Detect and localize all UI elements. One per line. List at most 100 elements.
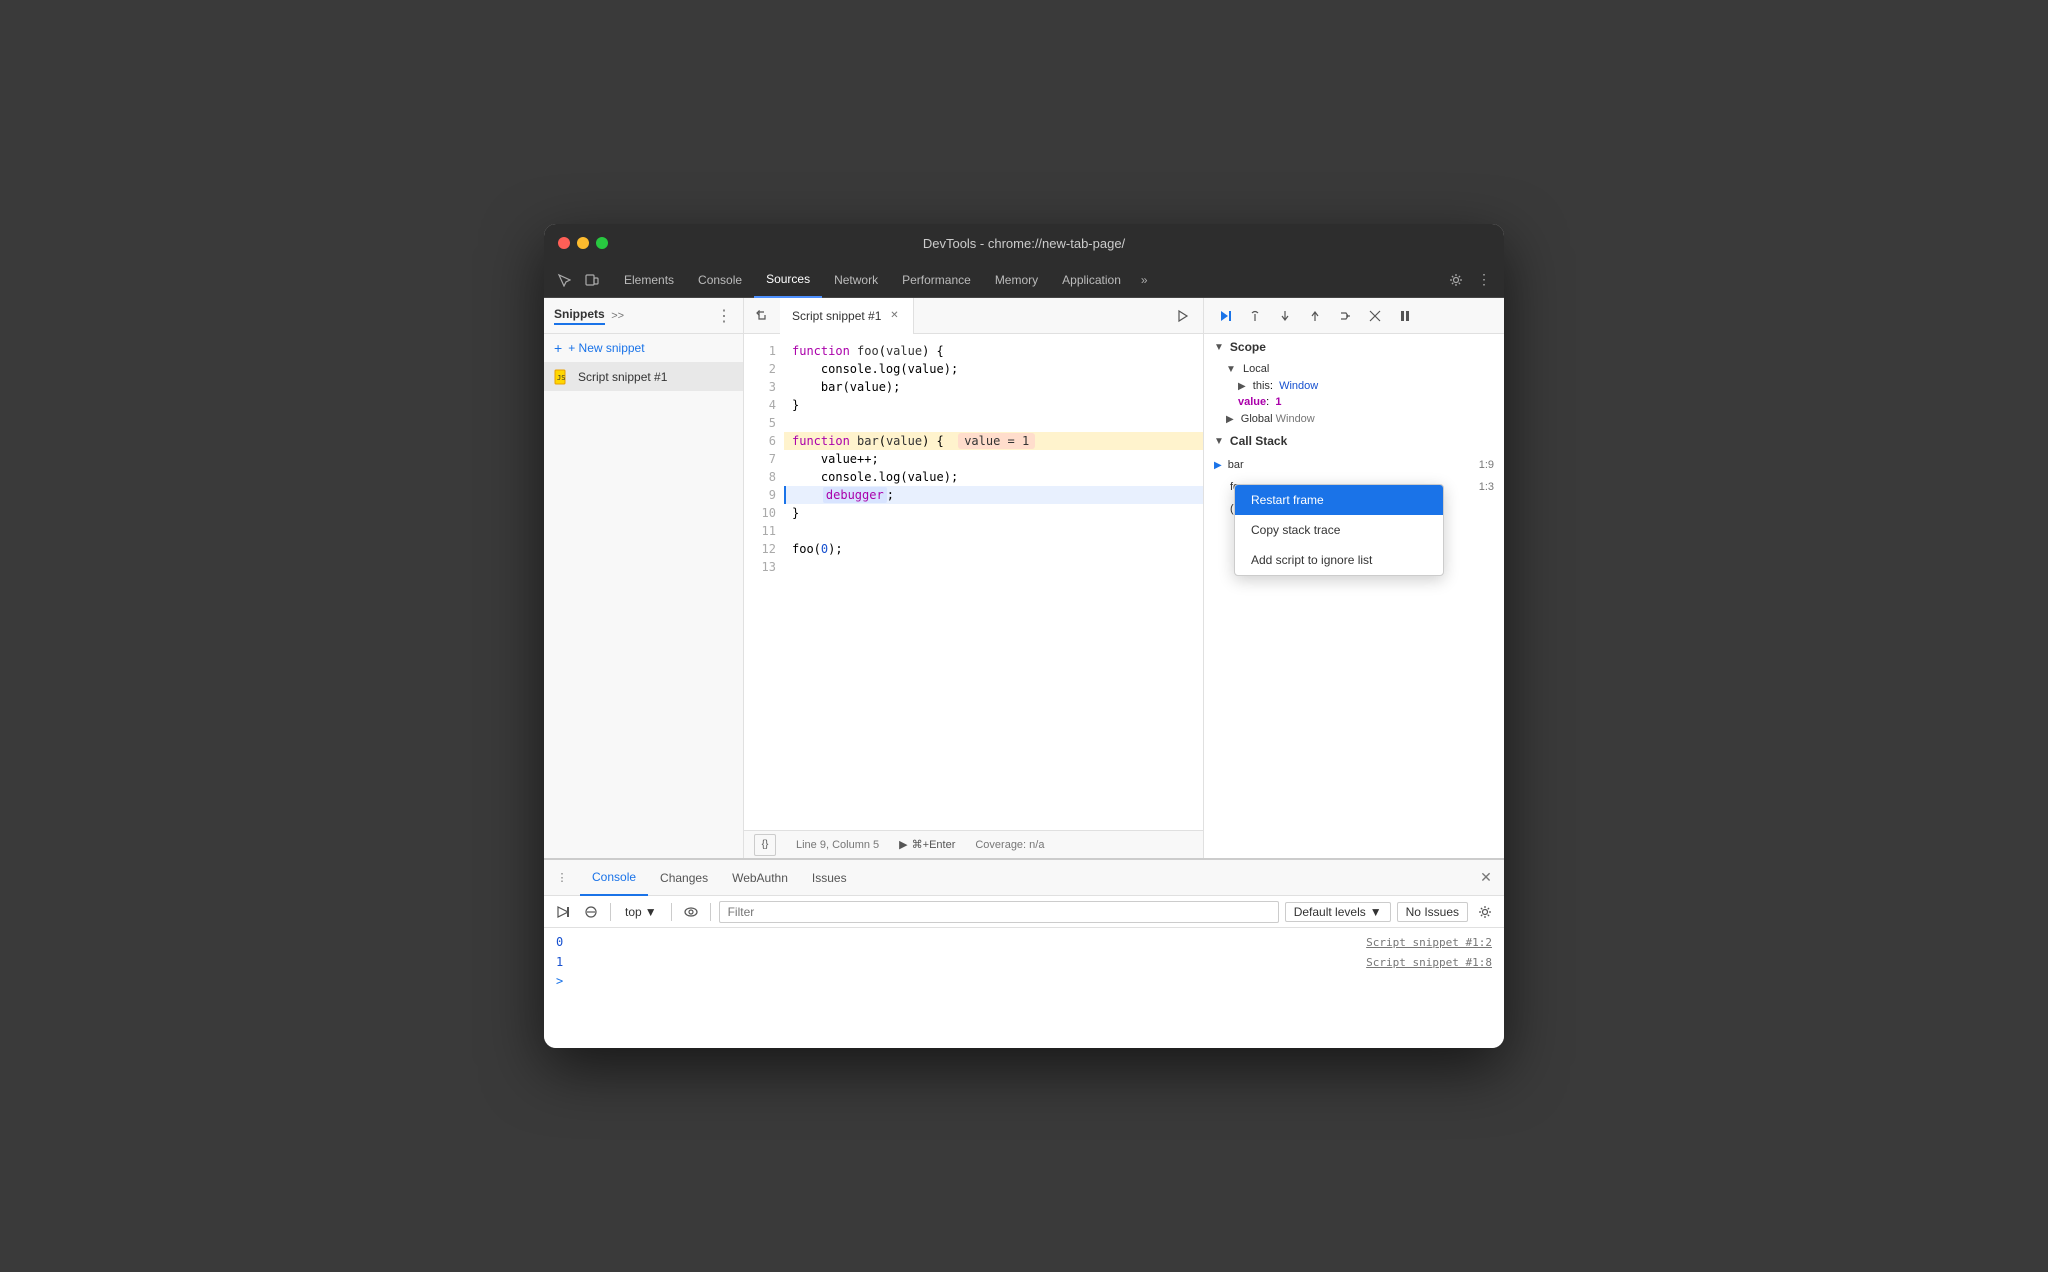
clear-console-button[interactable] [552, 901, 574, 923]
bottom-tab-changes[interactable]: Changes [648, 860, 720, 896]
local-expand-icon: ▼ [1226, 364, 1236, 375]
device-icon[interactable] [580, 268, 604, 292]
maximize-button[interactable] [596, 237, 608, 249]
step-button[interactable] [1332, 303, 1358, 329]
plus-icon: + [554, 340, 562, 356]
console-content: 0 Script snippet #1:2 1 Script snippet #… [544, 928, 1504, 1048]
console-source-1[interactable]: Script snippet #1:8 [1366, 956, 1492, 969]
editor-tab-bar: Script snippet #1 ✕ [744, 298, 1203, 334]
run-snippet-button[interactable]: ▶ ⌘+Enter [899, 838, 955, 851]
top-context-arrow: ▼ [645, 905, 657, 919]
code-line-9: debugger; [784, 486, 1203, 504]
more-options-icon[interactable]: ⋮ [1472, 268, 1496, 292]
console-source-0[interactable]: Script snippet #1:2 [1366, 936, 1492, 949]
tab-elements[interactable]: Elements [612, 262, 686, 298]
pause-on-exceptions-button[interactable] [1392, 303, 1418, 329]
scope-label: Scope [1230, 340, 1266, 354]
bottom-tab-issues[interactable]: Issues [800, 860, 859, 896]
local-header[interactable]: ▼ Local [1204, 360, 1504, 378]
settings-icon[interactable] [1444, 268, 1468, 292]
devtools-nav: Elements Console Sources Network Perform… [544, 262, 1504, 298]
editor-file-tab[interactable]: Script snippet #1 ✕ [780, 298, 914, 334]
tab-sources[interactable]: Sources [754, 262, 822, 298]
right-content: ▼ Scope ▼ Local ▶ this: Window value: 1 [1204, 334, 1504, 858]
context-menu-restart-frame[interactable]: Restart frame [1235, 485, 1443, 515]
bottom-panel: ⋮ Console Changes WebAuthn Issues ✕ [544, 858, 1504, 1048]
snippet-item-label: Script snippet #1 [578, 370, 667, 384]
code-line-7: value++; [784, 450, 1203, 468]
bottom-tab-console[interactable]: Console [580, 860, 648, 896]
bottom-tabs: ⋮ Console Changes WebAuthn Issues ✕ [544, 860, 1504, 896]
deactivate-breakpoints-button[interactable] [1362, 303, 1388, 329]
console-toolbar: top ▼ Default levels ▼ No Issues [544, 896, 1504, 928]
bottom-close-button[interactable]: ✕ [1476, 868, 1496, 888]
call-stack-item-bar[interactable]: ▶ bar 1:9 [1204, 454, 1504, 476]
step-into-button[interactable] [1272, 303, 1298, 329]
console-filter-input[interactable] [719, 901, 1279, 923]
editor-tab-name: Script snippet #1 [792, 309, 881, 323]
top-context-label: top [625, 905, 642, 919]
local-label: Local [1243, 363, 1269, 375]
value-key: value [1238, 396, 1266, 408]
step-out-button[interactable] [1302, 303, 1328, 329]
tab-performance[interactable]: Performance [890, 262, 983, 298]
code-line-12: foo(0); [784, 540, 1203, 558]
call-stack-section-header[interactable]: ▼ Call Stack [1204, 428, 1504, 454]
code-line-13 [784, 558, 1203, 576]
this-value: Window [1279, 380, 1318, 392]
sidebar-tab-snippets[interactable]: Snippets [554, 307, 605, 325]
code-line-11 [784, 522, 1203, 540]
show-live-expressions-button[interactable] [680, 901, 702, 923]
tab-application[interactable]: Application [1050, 262, 1133, 298]
run-icon: ▶ [899, 838, 907, 851]
top-context-selector[interactable]: top ▼ [619, 903, 663, 921]
editor-line-col: Line 9, Column 5 [796, 839, 879, 851]
editor-area: Script snippet #1 ✕ 1 2 3 4 5 6 7 [744, 298, 1204, 858]
code-editor[interactable]: 1 2 3 4 5 6 7 8 9 10 11 12 13 function f… [744, 334, 1203, 830]
sidebar-kebab-menu[interactable]: ⋮ [715, 307, 733, 325]
console-levels-label: Default levels [1294, 905, 1366, 919]
value-val: 1 [1275, 396, 1281, 408]
step-over-button[interactable] [1242, 303, 1268, 329]
toolbar-divider-2 [671, 903, 672, 921]
tab-network[interactable]: Network [822, 262, 890, 298]
console-levels-selector[interactable]: Default levels ▼ [1285, 902, 1391, 922]
snippet-item[interactable]: JS Script snippet #1 [544, 363, 743, 391]
call-stack-bar-name: bar [1228, 459, 1479, 471]
code-line-6: function bar(value) { value = 1 [784, 432, 1203, 450]
sidebar-header: Snippets >> ⋮ [544, 298, 743, 334]
format-button[interactable]: {} [754, 834, 776, 856]
code-line-8: console.log(value); [784, 468, 1203, 486]
minimize-button[interactable] [577, 237, 589, 249]
global-expand-icon: ▶ [1226, 414, 1234, 425]
titlebar: DevTools - chrome://new-tab-page/ [544, 224, 1504, 262]
console-prompt-symbol: > [556, 974, 563, 988]
line-numbers: 1 2 3 4 5 6 7 8 9 10 11 12 13 [744, 334, 784, 830]
close-button[interactable] [558, 237, 570, 249]
sidebar-more-button[interactable]: >> [609, 307, 627, 325]
context-menu-copy-stack-trace[interactable]: Copy stack trace [1235, 515, 1443, 545]
bottom-kebab-button[interactable]: ⋮ [552, 868, 572, 888]
console-prompt[interactable]: > [544, 972, 1504, 990]
editor-back-button[interactable] [748, 302, 776, 330]
editor-status-bar: {} Line 9, Column 5 ▶ ⌘+Enter Coverage: … [744, 830, 1203, 858]
console-settings-button[interactable] [1474, 901, 1496, 923]
console-levels-arrow: ▼ [1370, 905, 1382, 919]
tab-console[interactable]: Console [686, 262, 754, 298]
bottom-tab-webauthn[interactable]: WebAuthn [720, 860, 800, 896]
more-tabs-button[interactable]: » [1133, 273, 1156, 287]
editor-run-button[interactable] [1171, 304, 1195, 328]
this-expand-icon: ▶ [1238, 381, 1246, 392]
editor-tab-close-button[interactable]: ✕ [887, 309, 901, 323]
global-header[interactable]: ▶ Global Window [1204, 410, 1504, 428]
new-snippet-label: + New snippet [568, 341, 644, 355]
cursor-icon[interactable] [552, 268, 576, 292]
no-issues-button[interactable]: No Issues [1397, 902, 1468, 922]
scope-section-header[interactable]: ▼ Scope [1204, 334, 1504, 360]
clear-log-button[interactable] [580, 901, 602, 923]
right-panel: ▼ Scope ▼ Local ▶ this: Window value: 1 [1204, 298, 1504, 858]
new-snippet-button[interactable]: + + New snippet [544, 334, 743, 363]
tab-memory[interactable]: Memory [983, 262, 1050, 298]
resume-button[interactable] [1212, 303, 1238, 329]
context-menu-add-to-ignore-list[interactable]: Add script to ignore list [1235, 545, 1443, 575]
